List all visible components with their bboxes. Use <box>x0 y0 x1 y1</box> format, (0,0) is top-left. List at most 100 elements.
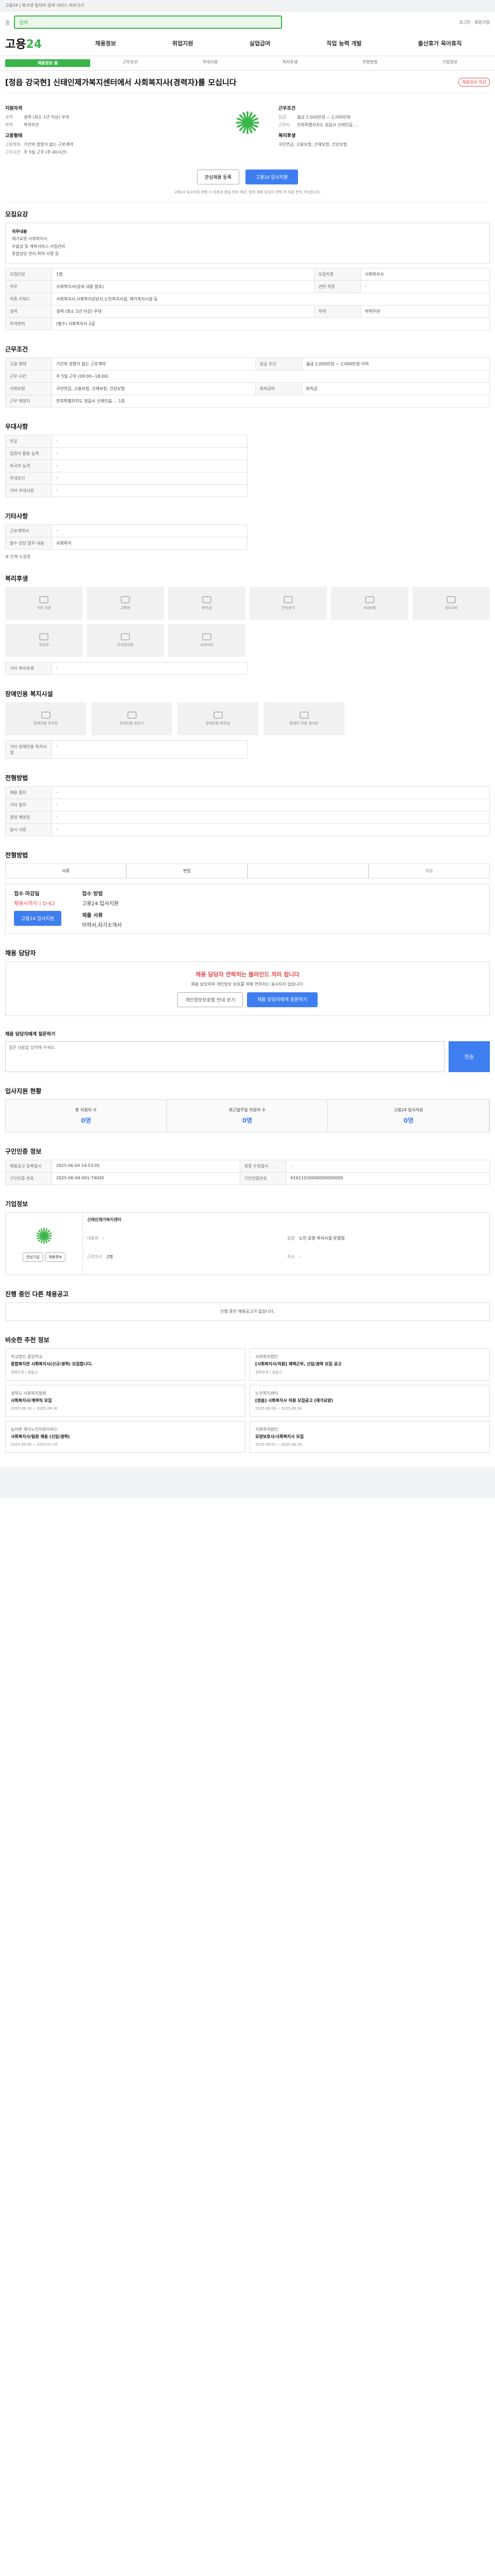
row-label: 자격면허 <box>5 317 52 330</box>
apply-button-2[interactable]: 고용24 입사지원 <box>14 910 61 926</box>
row-label: 컴퓨터 활용 능력 <box>5 447 52 460</box>
row-value: 경력 (최소 1년 이상) 우대 <box>52 304 315 318</box>
job-card[interactable]: 사회복지법인 [사회복지사/직원] 재택근무, 신입/경력 모집 공고 경력무관 |… <box>250 1348 490 1381</box>
section-recruit: 모집요강 직무내용 재가요양 사회복지사 우울성 및 계획서비스 사업관리 종합… <box>5 202 490 337</box>
row-label: 채용공고 등록일시 <box>5 1159 52 1173</box>
job-card-title[interactable]: [사회복지사/직원] 재택근무, 신입/경력 모집 공고 <box>255 1361 484 1367</box>
section-heading: 복리후생 <box>5 574 28 582</box>
row-value: 학력무관 <box>360 304 490 318</box>
privacy-button[interactable]: 개인정보보호법 안내 보기 <box>177 992 243 1007</box>
tab-preferences[interactable]: 우대사항 <box>170 59 250 67</box>
conditions-table: 고용 형태 기간의 정함이 없는 근로계약 임금 조건 월급 2,000만원 ~ 2,… <box>5 357 490 408</box>
tab-conditions[interactable]: 근무조건 <box>90 59 170 67</box>
table-row: 직무 사회복지사(상세 내용 참조) 관련 직종 - <box>5 280 490 293</box>
tab-job-home[interactable]: 채용정보 홈 <box>5 59 90 67</box>
section-heading: 진행 중인 다른 채용공고 <box>5 1290 69 1298</box>
tab-company[interactable]: 기업정보 <box>410 59 490 67</box>
job-card-title[interactable]: 요양보호사/사회복지사 모집 <box>255 1434 484 1439</box>
row-label: 전공 <box>5 434 52 448</box>
welfare-icon <box>121 596 130 603</box>
job-card-title[interactable]: 사회복지사/계약직 모집 <box>11 1398 240 1403</box>
section-question: 채용 담당자에게 질문하기 전송 <box>5 1023 490 1079</box>
row-label: 근무 예정지 <box>5 394 52 408</box>
row-label: 필수 담당 업무 내용 <box>5 536 52 550</box>
stat-label: 총 지원자 수 <box>75 1107 97 1112</box>
section-heading: 전형방법 <box>5 774 28 782</box>
nav-training[interactable]: 직업 능력 개발 <box>326 39 361 47</box>
company-jobs-button[interactable]: 채용정보 <box>45 1252 66 1262</box>
field-value: 노인 요양 복지시설 운영업 <box>299 1235 345 1241</box>
job-card[interactable]: 노인복지센터 [정읍] 사회복지사 직원 모집공고 (재가요양) 2025.06.0… <box>250 1385 490 1417</box>
home-link[interactable]: 홈 <box>5 19 10 26</box>
section-similar: 비슷한 추천 정보 학교법인 중앙학교 종합복지관 사회복지사(신규/경력) 모집… <box>5 1328 490 1460</box>
label: 고용형태 <box>5 142 21 147</box>
burst-icon: ✺ <box>234 106 261 142</box>
job-card-title[interactable]: 종합복지관 사회복지사(신규/경력) 모집합니다. <box>11 1361 240 1367</box>
step-hire: 채용 <box>369 863 490 878</box>
row-label: 고용 형태 <box>5 357 52 370</box>
row-value: - <box>52 524 248 537</box>
table-row: 경력 경력 (최소 1년 이상) 우대 학력 학력무관 <box>5 304 490 318</box>
job-card-company: 노인복지센터 <box>255 1391 278 1396</box>
question-input[interactable] <box>5 1041 444 1072</box>
row-value: 1명 <box>52 267 315 281</box>
stat-box: 총 지원자 수 0명 최근일주일 지원자 수 0명 고용24 입사지원 0명 <box>5 1099 490 1132</box>
section-heading: 구인인증 정보 <box>5 1147 42 1155</box>
nav-employment-support[interactable]: 취업지원 <box>172 39 193 47</box>
nav-unemployment[interactable]: 실업급여 <box>250 39 270 47</box>
nav-leave[interactable]: 출산휴가 육아휴직 <box>418 39 462 47</box>
job-title-bar: [정읍 강국현] 신태인제가복지센터에서 사회복지사(경력자)를 모십니다 채용… <box>5 71 490 93</box>
job-summary: 지원자격 경력 경력 (최소 1년 이상) 우대 학력 학력무관 고용형태 고용형태… <box>5 93 490 164</box>
site-logo[interactable]: 고용24 <box>5 35 67 52</box>
signup-link[interactable]: 회원가입 <box>475 20 490 25</box>
ask-button[interactable]: 채용 담당자에게 질문하기 <box>247 992 318 1007</box>
job-card[interactable]: 학교법인 중앙학교 종합복지관 사회복지사(신규/경력) 모집합니다. 경력무관 |… <box>5 1348 245 1381</box>
welfare-item: 연차휴가 <box>250 586 327 620</box>
welfare-icon <box>39 596 48 603</box>
field-label: 주소 <box>287 1254 295 1259</box>
welfare-label: 사내식당 <box>200 642 213 647</box>
recruit-table: 모집인원 1명 모집직종 사회복지사 직무 사회복지사(상세 내용 참조) 관련 직종 - 직종… <box>5 267 490 330</box>
row-label: 직종 키워드 <box>5 292 52 306</box>
row-label: 모집직종 <box>314 267 361 281</box>
tab-welfare[interactable]: 복리후생 <box>250 59 330 67</box>
facility-label: 장애인용 주차장 <box>33 721 58 725</box>
login-link[interactable]: 로그인 <box>459 20 470 25</box>
value: 주 5일 근무 (주 40시간) <box>24 150 67 155</box>
section-welfare: 복리후생 식비 지원 교통비 퇴직금 연차휴가 4대보험 경조사비 주차장 주차장지원 사내식당… <box>5 567 490 682</box>
send-button[interactable]: 전송 <box>449 1041 490 1072</box>
company-name: 신태인재가복지센터 <box>87 1217 122 1222</box>
welfare-heading: 복리후생 <box>278 133 296 139</box>
row-value: - <box>52 484 248 497</box>
scrap-button[interactable]: 관심채용 등록 <box>196 170 239 184</box>
facility-icon <box>299 711 309 719</box>
deadline-label: 접수 마감일 <box>14 891 40 897</box>
section-heading: 채용 담당자에게 질문하기 <box>5 1031 56 1037</box>
facility-icon <box>41 711 51 719</box>
table-row: 기타 절차 - <box>5 798 490 811</box>
job-card[interactable]: 농어촌 재가노인지원서비스 사회복지사/팀원 채용 (신입/경력) 2025.06.… <box>5 1421 245 1453</box>
job-card-title[interactable]: [정읍] 사회복지사 직원 모집공고 (재가요양) <box>255 1398 484 1403</box>
stat-label: 최근일주일 지원자 수 <box>228 1107 266 1112</box>
print-help-link[interactable]: 표 인쇄 도움말 <box>5 554 490 560</box>
row-label: 경력 <box>5 304 52 318</box>
row-label: 외국어 능력 <box>5 459 52 472</box>
nav-jobs[interactable]: 채용정보 <box>95 39 116 47</box>
table-row: 구인인증 번호 2025-06-04-001-74045 구인인증번호 K161102… <box>5 1172 490 1185</box>
section-heading: 우대사항 <box>5 422 28 430</box>
job-card[interactable]: 경북도 사회복지협회 사회복지사/계약직 모집 2025.06.10 ~ 2025.… <box>5 1385 245 1417</box>
job-card-title[interactable]: 사회복지사/팀원 채용 (신입/경력) <box>11 1434 240 1439</box>
job-card[interactable]: 사회복지법인 요양보호사/사회복지사 모집 2025.06.01 ~ 2025.06… <box>250 1421 490 1453</box>
search-input[interactable]: 검색 <box>14 15 283 29</box>
row-value: - <box>52 810 490 824</box>
apply-method-value: 고용24 입사지원 <box>82 901 119 907</box>
fav-company-button[interactable]: 관심기업 <box>22 1252 43 1262</box>
apply-button[interactable]: 고용24 입사지원 <box>245 170 299 184</box>
section-company: 기업정보 ✺ 관심기업 채용정보 신태인재가복지센터 대표자 - 업종 노인 요양 복… <box>5 1192 490 1282</box>
welfare-icon <box>202 633 211 640</box>
row-value: - <box>360 280 490 293</box>
tab-selection[interactable]: 전형방법 <box>330 59 410 67</box>
disabled-item: 휠체어 전용 경사로 <box>263 702 344 735</box>
welfare-item: 교통비 <box>87 586 164 620</box>
disabled-item: 장애인용 주차장 <box>5 702 86 735</box>
